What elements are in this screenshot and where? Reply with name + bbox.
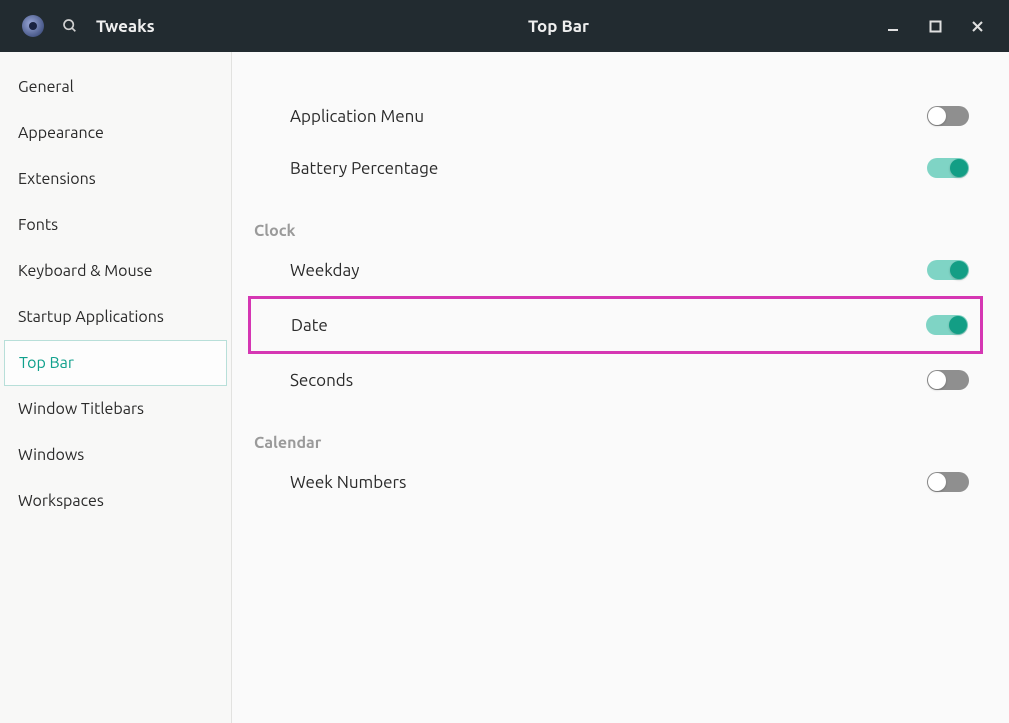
toggle-weekday[interactable] <box>927 260 969 280</box>
sidebar-item-fonts[interactable]: Fonts <box>0 202 231 248</box>
page-title: Top Bar <box>232 17 885 36</box>
sidebar-item-label: General <box>18 78 74 96</box>
section-group-calendar: Week Numbers <box>232 456 981 508</box>
section-heading-calendar: Calendar <box>232 406 981 456</box>
sidebar-item-label: Fonts <box>18 216 58 234</box>
content: Application MenuBattery PercentageClockW… <box>232 52 1009 723</box>
option-row-application-menu: Application Menu <box>250 90 981 142</box>
option-row-weekday: Weekday <box>250 244 981 296</box>
main: General Appearance Extensions Fonts Keyboard… <box>0 52 1009 723</box>
close-button[interactable] <box>969 18 985 34</box>
sidebar-item-top-bar[interactable]: Top Bar <box>4 340 227 386</box>
toggle-date[interactable] <box>926 315 968 335</box>
maximize-button[interactable] <box>927 18 943 34</box>
option-row-battery-percentage: Battery Percentage <box>250 142 981 194</box>
option-label: Week Numbers <box>290 473 406 492</box>
sidebar-item-appearance[interactable]: Appearance <box>0 110 231 156</box>
option-label: Battery Percentage <box>290 159 438 178</box>
sidebar-item-label: Keyboard & Mouse <box>18 262 152 280</box>
sidebar-item-label: Windows <box>18 446 84 464</box>
section-heading-clock: Clock <box>232 194 981 244</box>
top-options-group: Application Menu Battery Percentage <box>232 90 981 194</box>
sidebar-item-label: Top Bar <box>19 354 74 372</box>
sidebar-item-label: Startup Applications <box>18 308 164 326</box>
app-title: Tweaks <box>96 17 155 36</box>
titlebar-left: Tweaks <box>0 15 232 37</box>
option-label: Weekday <box>290 261 359 280</box>
minimize-icon <box>886 19 900 33</box>
sidebar-item-window-titlebars[interactable]: Window Titlebars <box>0 386 231 432</box>
titlebar: Tweaks Top Bar <box>0 0 1009 52</box>
sidebar-item-label: Workspaces <box>18 492 104 510</box>
sidebar-item-windows[interactable]: Windows <box>0 432 231 478</box>
sidebar: General Appearance Extensions Fonts Keyboard… <box>0 52 232 723</box>
option-row-seconds: Seconds <box>250 354 981 406</box>
sidebar-item-label: Extensions <box>18 170 96 188</box>
sidebar-item-startup-applications[interactable]: Startup Applications <box>0 294 231 340</box>
minimize-button[interactable] <box>885 18 901 34</box>
option-label: Seconds <box>290 371 353 390</box>
sidebar-item-keyboard-mouse[interactable]: Keyboard & Mouse <box>0 248 231 294</box>
search-icon <box>62 17 78 35</box>
toggle-application-menu[interactable] <box>927 106 969 126</box>
app-icon <box>22 15 44 37</box>
sidebar-item-workspaces[interactable]: Workspaces <box>0 478 231 524</box>
section-group-clock: Weekday Date Seconds <box>232 244 981 406</box>
maximize-icon <box>929 20 942 33</box>
sidebar-item-label: Window Titlebars <box>18 400 144 418</box>
sidebar-item-general[interactable]: General <box>0 64 231 110</box>
toggle-seconds[interactable] <box>927 370 969 390</box>
option-row-week-numbers: Week Numbers <box>250 456 981 508</box>
option-label: Application Menu <box>290 107 424 126</box>
option-row-date: Date <box>248 296 983 354</box>
close-icon <box>971 20 984 33</box>
option-label: Date <box>291 316 328 335</box>
toggle-battery-percentage[interactable] <box>927 158 969 178</box>
search-button[interactable] <box>62 18 78 34</box>
toggle-week-numbers[interactable] <box>927 472 969 492</box>
sidebar-item-extensions[interactable]: Extensions <box>0 156 231 202</box>
sidebar-item-label: Appearance <box>18 124 104 142</box>
window-controls <box>885 18 1009 34</box>
